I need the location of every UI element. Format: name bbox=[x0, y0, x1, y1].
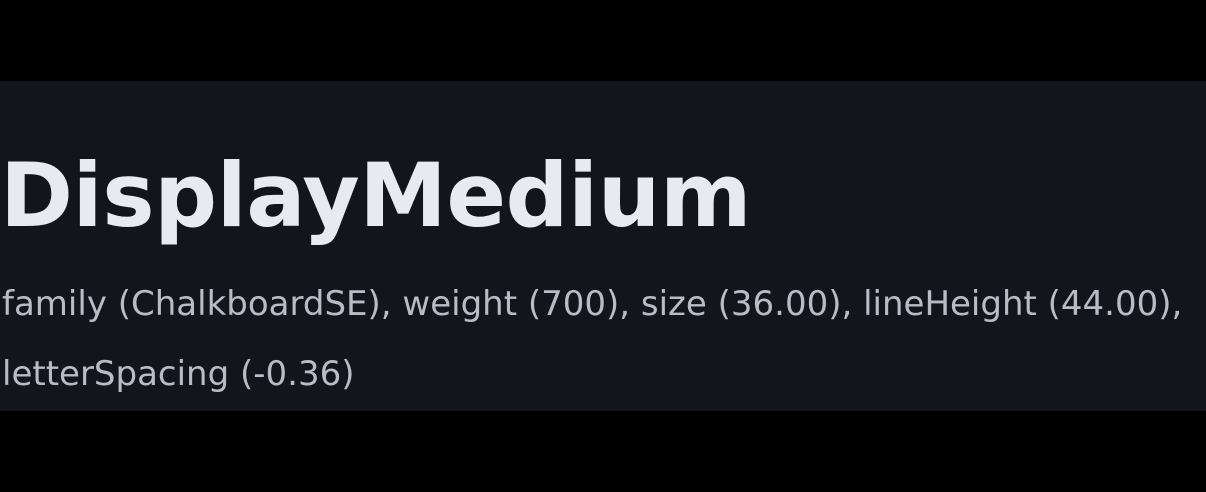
sample-title: DisplayMedium bbox=[0, 144, 752, 247]
sample-description: family (ChalkboardSE), weight (700), siz… bbox=[2, 284, 1183, 394]
typography-sample-panel: DisplayMedium family (ChalkboardSE), wei… bbox=[0, 81, 1206, 411]
